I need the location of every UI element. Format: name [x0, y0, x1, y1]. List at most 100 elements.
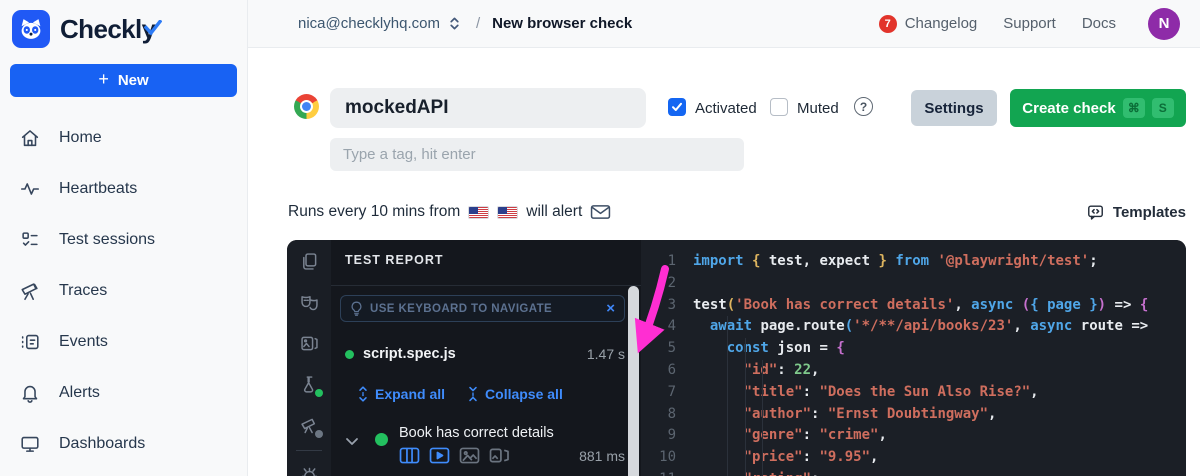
close-icon[interactable]: × [606, 301, 615, 316]
code-line: 11 "rating": [641, 469, 1186, 476]
rail-divider [296, 450, 322, 451]
avatar[interactable]: N [1148, 8, 1180, 40]
divider [331, 285, 641, 286]
sidebar-item-heartbeats[interactable]: Heartbeats [0, 163, 247, 214]
test-case-name: Book has correct details [399, 425, 554, 441]
sidebar-item-test-sessions[interactable]: Test sessions [0, 214, 247, 265]
muted-checkbox[interactable] [770, 98, 788, 116]
code-editor: 1import { test, expect } from '@playwrig… [641, 240, 1186, 476]
compare-images-icon[interactable] [489, 447, 510, 464]
gallery-icon[interactable] [299, 333, 320, 354]
us-flag-icon [497, 206, 518, 219]
video-icon[interactable] [429, 447, 450, 464]
telescope-icon [19, 280, 41, 302]
check-name-input[interactable] [330, 88, 646, 128]
event-list-icon [19, 331, 41, 353]
s-key-chip: S [1152, 98, 1174, 118]
keyboard-hint-text: USE KEYBOARD TO NAVIGATE [370, 303, 599, 315]
sidebar-item-events[interactable]: Events [0, 316, 247, 367]
columns-icon[interactable] [399, 447, 420, 464]
sidebar-item-home[interactable]: Home [0, 112, 247, 163]
brand-checkmark-icon [144, 20, 162, 36]
test-report-panel: TEST REPORT USE KEYBOARD TO NAVIGATE × s… [287, 240, 1186, 476]
test-report-section: TEST REPORT USE KEYBOARD TO NAVIGATE × s… [331, 240, 641, 476]
theater-masks-icon[interactable] [299, 292, 320, 313]
checkly-raccoon-icon [12, 10, 50, 48]
new-button-label: New [118, 72, 149, 89]
test-pass-dot [375, 433, 388, 446]
code-line: 2 [641, 273, 1186, 295]
code-line: 4 await page.route('*/**/api/books/23', … [641, 316, 1186, 338]
code-line: 3test('Book has correct details', async … [641, 295, 1186, 317]
lightbulb-icon [350, 301, 363, 316]
home-icon [19, 127, 41, 149]
settings-button[interactable]: Settings [911, 90, 997, 126]
spec-file-name: script.spec.js [363, 346, 578, 362]
activated-label: Activated [695, 100, 757, 117]
email-envelope-icon [590, 204, 611, 220]
expand-icon [357, 386, 369, 402]
templates-button[interactable]: Templates [1086, 200, 1186, 224]
account-email: nica@checklyhq.com [298, 15, 440, 32]
sidebar-item-label: Events [59, 333, 108, 351]
code-line: 5 const json = { [641, 338, 1186, 360]
report-title: TEST REPORT [345, 253, 444, 267]
cmd-key-chip: ⌘ [1123, 98, 1145, 118]
muted-label: Muted [797, 100, 839, 117]
scrollbar-thumb[interactable] [628, 286, 639, 476]
trace-telescope-icon[interactable] [299, 415, 320, 436]
flask-icon[interactable] [299, 374, 320, 395]
new-button[interactable]: + New [10, 64, 237, 97]
breadcrumb-separator: / [476, 15, 480, 32]
docs-link[interactable]: Docs [1082, 15, 1116, 32]
account-switcher[interactable]: nica@checklyhq.com [298, 15, 462, 32]
topbar: nica@checklyhq.com / New browser check 7… [248, 0, 1200, 48]
alert-text: will alert [526, 203, 582, 221]
expand-collapse-row: Expand all Collapse all [357, 386, 563, 402]
changelog-count-badge: 7 [879, 15, 897, 33]
activated-checkbox[interactable] [668, 98, 686, 116]
collapse-icon [467, 386, 479, 402]
plus-icon: + [98, 69, 109, 90]
monitor-icon [19, 433, 41, 455]
code-bubble-icon [1086, 203, 1105, 222]
expand-all-button[interactable]: Expand all [357, 386, 445, 402]
schedule-summary: Runs every 10 mins from will alert [288, 200, 611, 224]
support-link[interactable]: Support [1003, 15, 1056, 32]
pass-status-dot [345, 350, 354, 359]
pages-icon[interactable] [299, 251, 320, 272]
sidebar-nav: Home Heartbeats Test sessions Traces Eve… [0, 112, 247, 469]
brand-logo[interactable]: Checkly [0, 0, 247, 54]
changelog-link[interactable]: Changelog [905, 15, 978, 32]
sidebar-item-dashboards[interactable]: Dashboards [0, 418, 247, 469]
trace-status-dot [315, 430, 323, 438]
sidebar-item-label: Home [59, 129, 102, 147]
code-lines: 1import { test, expect } from '@playwrig… [641, 251, 1186, 476]
code-line: 1import { test, expect } from '@playwrig… [641, 251, 1186, 273]
bug-icon[interactable] [299, 465, 320, 476]
keyboard-hint-banner: USE KEYBOARD TO NAVIGATE × [340, 295, 625, 322]
code-line: 8 "author": "Ernst Doubtingway", [641, 404, 1186, 426]
heartbeat-icon [19, 178, 41, 200]
test-case-artifacts [399, 447, 510, 464]
spec-duration: 1.47 s [587, 346, 625, 362]
help-icon[interactable]: ? [854, 97, 873, 116]
code-line: 6 "id": 22, [641, 360, 1186, 382]
sidebar: Checkly + New Home Heartbeats Test sessi… [0, 0, 248, 476]
test-case-duration: 881 ms [579, 448, 625, 464]
tag-input[interactable] [330, 138, 744, 171]
screenshot-icon[interactable] [459, 447, 480, 464]
page-title: New browser check [492, 15, 632, 32]
chevron-down-icon[interactable] [345, 436, 359, 446]
indent-guide [745, 338, 746, 476]
sidebar-item-alerts[interactable]: Alerts [0, 367, 247, 418]
sidebar-item-label: Heartbeats [59, 180, 137, 198]
create-check-button[interactable]: Create check ⌘ S [1010, 89, 1186, 127]
sidebar-item-label: Traces [59, 282, 107, 300]
spec-file-row[interactable]: script.spec.js 1.47 s [345, 343, 625, 365]
indent-guide [762, 360, 763, 476]
chevron-updown-icon [447, 15, 462, 32]
sidebar-item-traces[interactable]: Traces [0, 265, 247, 316]
checklist-icon [19, 229, 41, 251]
collapse-all-button[interactable]: Collapse all [467, 386, 563, 402]
